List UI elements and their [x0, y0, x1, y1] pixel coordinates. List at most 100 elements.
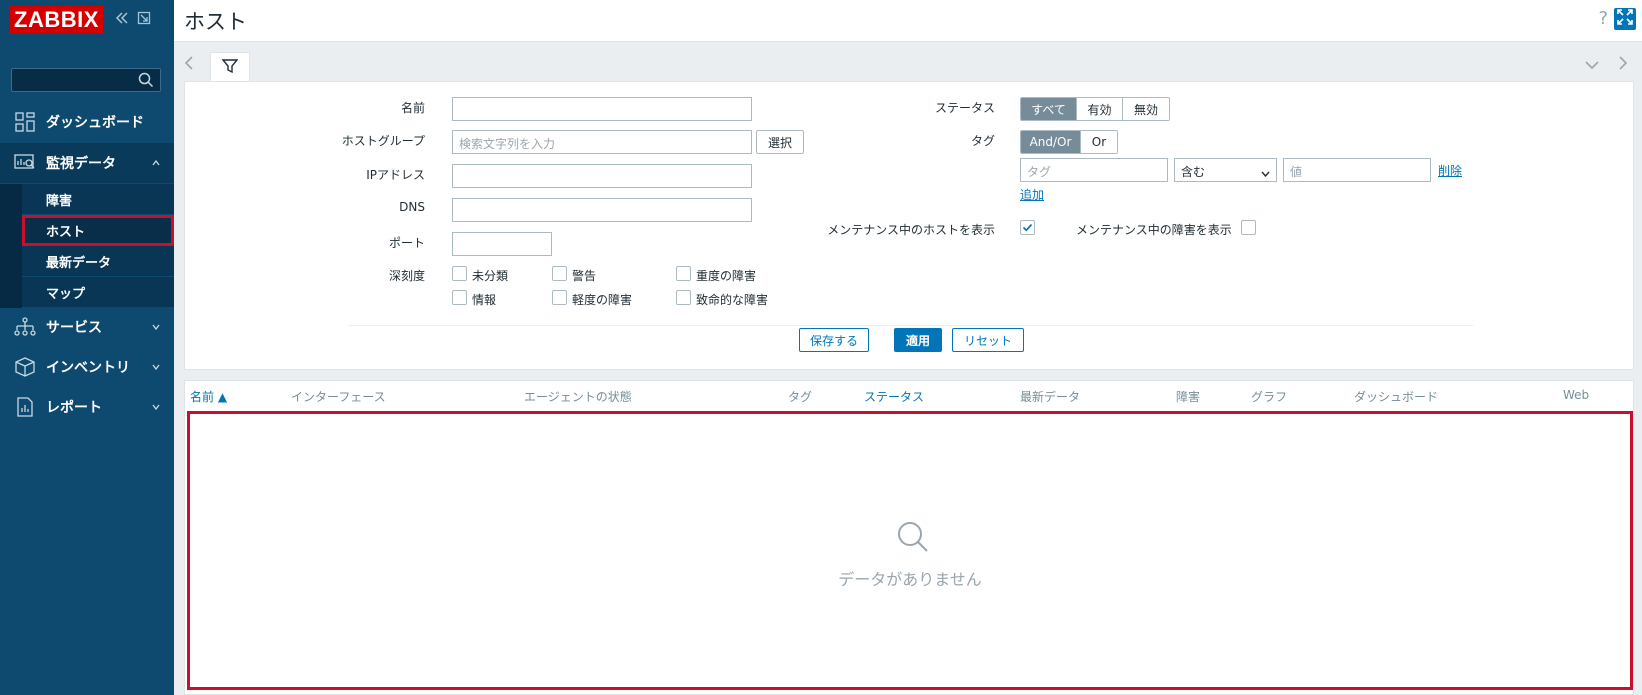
filter-panel: 名前 ホストグループ 検索文字列を入力 選択 IPアドレス DNS ポート 深刻… [184, 81, 1634, 370]
submenu-item-problems[interactable]: 障害 [22, 184, 174, 215]
remove-tag-link[interactable]: 削除 [1438, 162, 1462, 179]
empty-result-area: データがありません [187, 411, 1633, 690]
column-header-dashboards: ダッシュボード [1354, 390, 1439, 404]
hosts-table: 名前 ▲ インターフェース エージェントの状態 タグ ステータス 最新データ 障… [184, 380, 1634, 695]
no-data-message: データがありません [838, 570, 982, 589]
column-header-agent-status: エージェントの状態 [524, 390, 632, 404]
tag-and-or-option[interactable]: And/Or [1021, 131, 1081, 153]
chevron-down-icon [152, 402, 160, 413]
hostgroup-label: ホストグループ [341, 134, 425, 148]
nav-label: レポート [46, 400, 102, 416]
maint-problems-checkbox[interactable] [1241, 220, 1256, 235]
severity-checkbox[interactable] [552, 266, 567, 281]
inventory-box-icon [14, 356, 36, 378]
save-filter-button[interactable]: 保存する [799, 328, 869, 352]
maint-hosts-label: メンテナンス中のホストを表示 [827, 223, 995, 237]
severity-label-item: 重度の障害 [696, 269, 757, 283]
maint-problems-label: メンテナンス中の障害を表示 [1076, 223, 1232, 237]
fullscreen-button[interactable] [1614, 8, 1636, 30]
column-header-latest-data: 最新データ [1020, 390, 1081, 404]
nav-label: サービス [46, 320, 102, 336]
nav-reports[interactable]: レポート [0, 387, 174, 427]
status-enabled-option[interactable]: 有効 [1077, 98, 1123, 120]
chevron-left-icon[interactable] [184, 55, 194, 75]
severity-checkbox[interactable] [676, 266, 691, 281]
column-header-tags: タグ [788, 390, 813, 404]
tag-operator-select[interactable]: 含む [1174, 158, 1277, 182]
ip-label: IPアドレス [366, 168, 425, 182]
column-header-graphs: グラフ [1251, 390, 1288, 404]
page-header: ホスト ? [174, 0, 1642, 42]
maint-hosts-checkbox[interactable] [1020, 220, 1035, 235]
apply-filter-button[interactable]: 適用 [894, 328, 942, 352]
name-label: 名前 [400, 101, 425, 115]
services-tree-icon [14, 316, 36, 338]
dns-label: DNS [399, 200, 425, 214]
name-input[interactable] [452, 97, 752, 121]
submenu-item-maps[interactable]: マップ [22, 277, 174, 308]
chevron-down-icon [152, 362, 160, 373]
nav-dashboard[interactable]: ダッシュボード [0, 102, 174, 142]
select-hostgroup-button[interactable]: 選択 [756, 130, 804, 154]
status-all-option[interactable]: すべて [1021, 98, 1077, 120]
chevron-down-icon[interactable] [1584, 55, 1600, 74]
help-icon[interactable]: ? [1598, 8, 1608, 29]
port-input[interactable] [452, 232, 552, 256]
port-label: ポート [388, 236, 425, 250]
severity-label: 深刻度 [388, 269, 425, 283]
filter-divider [349, 325, 1473, 326]
nav-services[interactable]: サービス [0, 307, 174, 347]
severity-checkbox[interactable] [452, 290, 467, 305]
submenu-item-latest-data[interactable]: 最新データ [22, 246, 174, 277]
search-icon [896, 520, 930, 558]
page-title: ホスト [184, 10, 247, 34]
search-icon[interactable] [138, 72, 154, 92]
nav-monitoring[interactable]: 監視データ [0, 143, 174, 183]
status-label: ステータス [934, 101, 995, 115]
dashboard-grid-icon [14, 111, 36, 133]
double-chevron-left-icon[interactable] [115, 11, 129, 29]
zabbix-logo[interactable]: ZABBIX [10, 6, 103, 34]
column-header-name[interactable]: 名前 ▲ [190, 388, 227, 405]
column-header-status[interactable]: ステータス [864, 388, 924, 405]
kiosk-mode-icon[interactable] [137, 11, 151, 29]
nav-label: ダッシュボード [46, 115, 144, 131]
sidebar: ZABBIX ダッシュボード 監視データ 障害 ホスト 最新データ マップ サー… [0, 0, 174, 695]
dns-input[interactable] [452, 198, 752, 222]
tag-or-option[interactable]: Or [1081, 131, 1117, 153]
filter-tab[interactable] [210, 52, 250, 82]
chevron-up-icon [152, 158, 160, 169]
column-header-web: Web [1563, 388, 1590, 402]
nav-inventory[interactable]: インベントリ [0, 347, 174, 387]
nav-label: インベントリ [46, 360, 130, 376]
severity-label-item: 軽度の障害 [572, 293, 633, 307]
severity-checkbox[interactable] [552, 290, 567, 305]
reset-filter-button[interactable]: リセット [952, 328, 1024, 352]
severity-checkbox[interactable] [676, 290, 691, 305]
report-icon [14, 396, 36, 418]
column-header-problems: 障害 [1176, 390, 1201, 404]
expand-icon [1617, 9, 1633, 29]
hostgroup-input[interactable]: 検索文字列を入力 [452, 130, 752, 154]
monitoring-submenu: 障害 ホスト 最新データ マップ [0, 184, 174, 308]
status-disabled-option[interactable]: 無効 [1123, 98, 1169, 120]
submenu-item-hosts[interactable]: ホスト [22, 215, 174, 246]
tag-label: タグ [970, 134, 995, 148]
tag-name-input[interactable]: タグ [1020, 158, 1168, 182]
severity-label-item: 警告 [572, 269, 597, 283]
checkmark-icon [1022, 223, 1033, 232]
filter-funnel-icon [221, 58, 239, 78]
severity-label-item: 致命的な障害 [696, 293, 769, 307]
tag-value-input[interactable]: 値 [1283, 158, 1431, 182]
ip-input[interactable] [452, 164, 752, 188]
chevron-right-icon[interactable] [1618, 55, 1628, 75]
chevron-down-icon [152, 322, 160, 333]
add-tag-link[interactable]: 追加 [1020, 186, 1044, 203]
severity-checkbox[interactable] [452, 266, 467, 281]
chevron-down-icon [1261, 166, 1270, 180]
monitoring-icon [14, 152, 36, 174]
severity-label-item: 情報 [472, 293, 497, 307]
tag-evaltype-toggle: And/Or Or [1020, 130, 1118, 154]
column-header-interface: インターフェース [291, 390, 386, 404]
sidebar-search-input[interactable] [11, 68, 161, 92]
